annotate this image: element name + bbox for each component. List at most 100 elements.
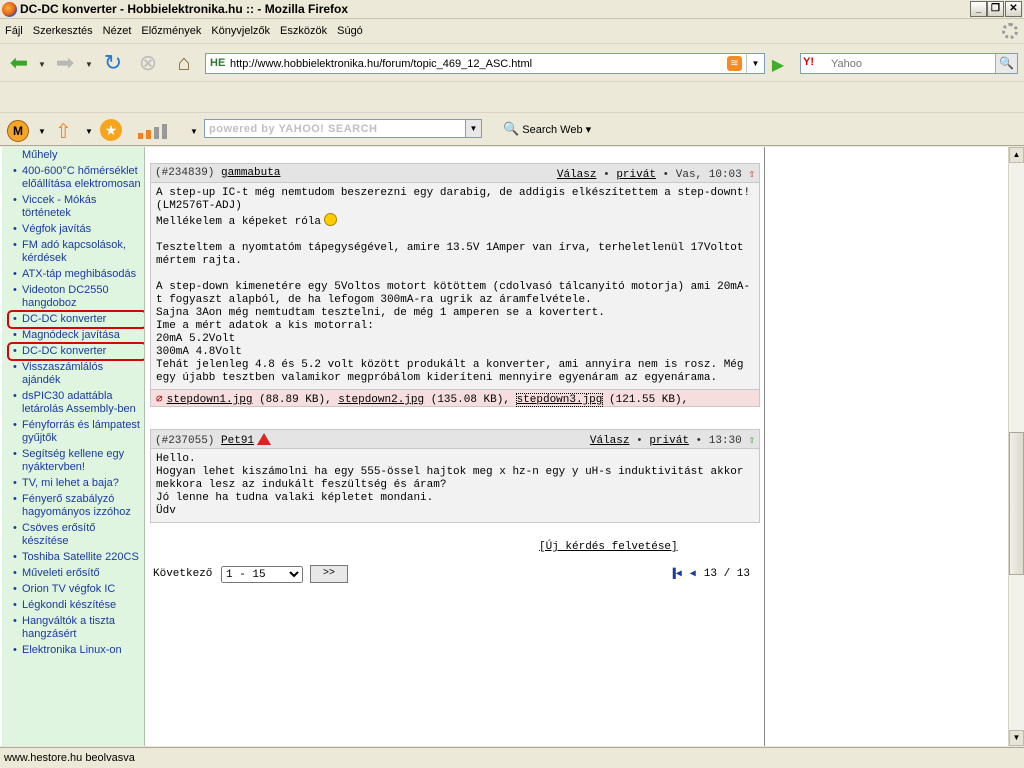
sidebar-topic-link[interactable]: Toshiba Satellite 220CS: [10, 551, 144, 564]
forward-dropdown-icon[interactable]: ▼: [85, 60, 93, 69]
sidebar-topic-link[interactable]: Viccek - Mókás történetek: [10, 194, 144, 220]
menu-history[interactable]: Előzmények: [136, 20, 206, 37]
rating-arrow-icon[interactable]: ⇧: [748, 169, 755, 181]
url-input[interactable]: [230, 56, 710, 71]
home-icon[interactable]: ⌂: [171, 50, 197, 76]
sidebar-topic-link[interactable]: Segítség kellene egy nyáktervben!: [10, 448, 144, 474]
sidebar-topic-link[interactable]: Csöves erősítő készítése: [10, 522, 144, 548]
attachment-link[interactable]: stepdown1.jpg: [167, 394, 253, 406]
rss-feed-icon[interactable]: ≋: [727, 56, 742, 71]
empty-toolbar: [0, 83, 1024, 113]
search-icon[interactable]: 🔍: [995, 54, 1017, 73]
sidebar-topic-link[interactable]: Végfok javítás: [10, 223, 144, 236]
sidebar-topic-link[interactable]: Fényforrás és lámpatest gyűjtők: [10, 419, 144, 445]
private-message-link[interactable]: privát: [616, 169, 656, 181]
search-bar[interactable]: Y! 🔍: [800, 53, 1018, 74]
scroll-up-icon[interactable]: ▲: [1009, 147, 1024, 163]
url-dropdown-icon[interactable]: ▼: [746, 54, 764, 73]
right-blank-area: [766, 147, 1008, 746]
post-author-link[interactable]: Pet91: [221, 435, 254, 447]
back-dropdown-icon[interactable]: ▼: [38, 60, 46, 69]
page-range-select[interactable]: 1 - 15: [221, 566, 303, 583]
page-info: 13 / 13: [703, 568, 750, 580]
menu-bookmarks[interactable]: Könyvjelzők: [206, 20, 275, 37]
post-author-link[interactable]: gammabuta: [221, 167, 280, 179]
menu-tools[interactable]: Eszközök: [275, 20, 332, 37]
sidebar-topic-link[interactable]: Orion TV végfok IC: [10, 583, 144, 596]
menu-view[interactable]: Nézet: [98, 20, 137, 37]
post-id: (#237055): [155, 435, 215, 447]
window-title: DC-DC konverter - Hobbielektronika.hu ::…: [20, 2, 349, 16]
reply-link[interactable]: Válasz: [590, 435, 630, 447]
forum-post: (#234839) gammabuta Válasz • privát • Va…: [150, 163, 760, 407]
vertical-scrollbar[interactable]: ▲ ▼: [1008, 147, 1024, 746]
menu-file[interactable]: Fájl: [0, 20, 28, 37]
sidebar-topic-link[interactable]: Műhely: [10, 149, 144, 162]
reload-icon[interactable]: ↻: [100, 50, 126, 76]
scroll-down-icon[interactable]: ▼: [1009, 730, 1024, 746]
sidebar-topic-link[interactable]: TV, mi lehet a baja?: [10, 477, 144, 490]
sidebar-topic-link[interactable]: ATX-táp meghibásodás: [10, 268, 144, 281]
post-body: A step-up IC-t még nemtudom beszerezni e…: [156, 187, 751, 384]
go-arrow-icon[interactable]: ▶: [768, 55, 788, 75]
search-engine-icon[interactable]: Y!: [803, 56, 814, 68]
sidebar-topic-link[interactable]: Visszaszámlálós ajándék: [10, 361, 144, 387]
first-page-icon[interactable]: ▐◀: [670, 569, 682, 580]
search-input[interactable]: [831, 56, 991, 71]
yahoo-menu-icon[interactable]: M: [7, 120, 29, 142]
sidebar-topic-link[interactable]: Elektronika Linux-on: [10, 644, 144, 657]
menu-edit[interactable]: Szerkesztés: [28, 20, 98, 37]
private-message-link[interactable]: privát: [649, 435, 689, 447]
sidebar-topic-link[interactable]: Légkondi készítése: [10, 599, 144, 612]
attachment-link[interactable]: stepdown2.jpg: [338, 394, 424, 406]
new-question-link[interactable]: [Új kérdés felvetése]: [539, 541, 678, 553]
page-content: Műhely 400-600°C hőmérséklet előállítása …: [0, 147, 1008, 746]
search-web-button[interactable]: 🔍 Search Web ▾: [503, 121, 591, 137]
post-time: Vas, 10:03: [675, 169, 742, 181]
signal-bars-icon[interactable]: [138, 124, 184, 140]
reply-link[interactable]: Válasz: [557, 169, 597, 181]
star-icon[interactable]: ★: [100, 119, 122, 141]
sidebar-topic-link[interactable]: Videoton DC2550 hangdoboz: [10, 284, 144, 310]
warning-icon: [257, 433, 272, 445]
sidebar-topic-link[interactable]: Fényerő szabályzó hagyományos izzóhoz: [10, 493, 144, 519]
maximize-button[interactable]: ❐: [987, 1, 1004, 17]
menu-help[interactable]: Súgó: [332, 20, 368, 37]
sidebar-topic-link[interactable]: DC-DC konverter: [7, 342, 144, 361]
forum-main: (#234839) gammabuta Válasz • privát • Va…: [145, 147, 765, 746]
sidebar-topic-link[interactable]: 400-600°C hőmérséklet előállítása elektr…: [10, 165, 144, 191]
title-bar: DC-DC konverter - Hobbielektronika.hu ::…: [0, 0, 1024, 19]
menu-bar: Fájl Szerkesztés Nézet Előzmények Könyvjelző…: [0, 20, 1024, 44]
pager: Következő 1 - 15 >> ▐◀ ◀ 13 / 13: [153, 565, 758, 585]
yahoo-search-dropdown-icon[interactable]: ▼: [465, 120, 481, 137]
scroll-thumb[interactable]: [1009, 432, 1024, 575]
sidebar-topic-link[interactable]: DC-DC konverter: [7, 310, 144, 329]
next-page-button[interactable]: >>: [310, 565, 348, 583]
post-body: Hello. Hogyan lehet kiszámolni ha egy 55…: [156, 453, 751, 517]
sidebar-topic-link[interactable]: Magnódeck javítása: [10, 329, 144, 342]
forward-arrow-icon[interactable]: ➡: [52, 50, 78, 76]
attachment-link[interactable]: stepdown3.jpg: [515, 393, 604, 407]
minimize-button[interactable]: _: [970, 1, 987, 17]
forum-post: (#237055) Pet91 Válasz • privát • 13:30 …: [150, 429, 760, 523]
stop-icon[interactable]: ⊗: [135, 50, 161, 76]
navigation-toolbar: ⬅ ▼ ➡ ▼ ↻ ⊗ ⌂ HE ≋ ▼ ▶ Y! 🔍: [0, 45, 1024, 82]
back-arrow-icon[interactable]: ⬅: [6, 50, 32, 76]
prev-page-icon[interactable]: ◀: [690, 569, 696, 580]
yahoo-search-box[interactable]: powered by YAHOO! SEARCH ▼: [204, 119, 482, 138]
bars-dropdown-icon[interactable]: ▼: [190, 127, 198, 136]
firefox-icon: [2, 2, 17, 17]
sidebar-topic-link[interactable]: dsPIC30 adattábla letárolás Assembly-ben: [10, 390, 144, 416]
sidebar-topic-link[interactable]: FM adó kapcsolások, kérdések: [10, 239, 144, 265]
sidebar-topic-link[interactable]: Hangváltók a tiszta hangzásért: [10, 615, 144, 641]
yahoo-home-icon[interactable]: ⇧: [55, 119, 72, 144]
rating-arrow-icon[interactable]: ⇧: [748, 435, 755, 447]
status-bar: www.hestore.hu beolvasva: [0, 747, 1024, 768]
post-id: (#234839): [155, 167, 215, 179]
close-button[interactable]: ✕: [1005, 1, 1022, 17]
attachments-row: ⌀ stepdown1.jpg (88.89 KB), stepdown2.jpg…: [151, 389, 759, 407]
url-bar[interactable]: HE ≋ ▼: [205, 53, 765, 74]
yahoo-menu-dropdown-icon[interactable]: ▼: [38, 127, 46, 136]
home-dropdown-icon[interactable]: ▼: [85, 127, 93, 136]
sidebar-topic-link[interactable]: Műveleti erősítő: [10, 567, 144, 580]
